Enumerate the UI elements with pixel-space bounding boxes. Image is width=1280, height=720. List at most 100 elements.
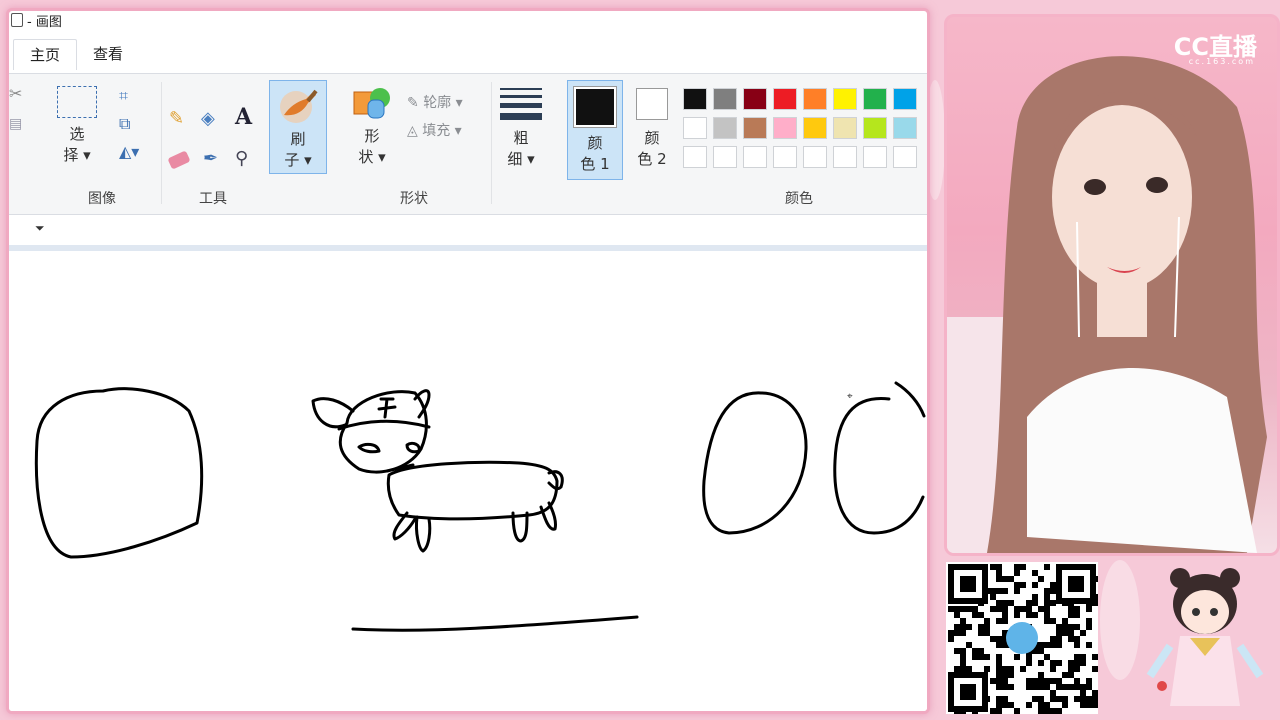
- color-swatch[interactable]: [833, 117, 857, 139]
- shapes-label-2: 状 ▾: [358, 148, 386, 166]
- tab-home[interactable]: 主页: [13, 39, 78, 70]
- mascot-graphic: [1146, 568, 1264, 706]
- customize-quick-access-icon[interactable]: ⏷: [35, 221, 45, 236]
- color-picker-icon[interactable]: ✒: [203, 148, 225, 170]
- color1-swatch: [573, 86, 617, 128]
- paint-window: - 画图 主页 查看 ✂ ▤ 选 择 ▾ ⌗ ⧉ ◭▾ 图像 ✎ ◈ A ✒ ⚲…: [6, 8, 930, 714]
- outline-dropdown[interactable]: ✎ 轮廓 ▾: [407, 92, 463, 112]
- color-swatch[interactable]: [713, 88, 737, 110]
- select-rect-icon: [57, 86, 97, 118]
- shapes-group: 形 状 ▾ ✎ 轮廓 ▾ ◬ 填充 ▾ 形状: [339, 74, 489, 214]
- colors-group-label: 颜色: [785, 191, 813, 207]
- color-swatch[interactable]: [803, 88, 827, 110]
- brush-label-2: 子 ▾: [284, 151, 312, 169]
- color-swatch[interactable]: [683, 146, 707, 168]
- streamer-figure: [947, 56, 1267, 553]
- circle-left: [34, 387, 204, 559]
- color2-button[interactable]: 颜 色 2: [627, 88, 677, 170]
- select-button[interactable]: 选 择 ▾: [53, 86, 101, 166]
- fill-label: 填充: [422, 123, 451, 139]
- dog-drawing: [311, 389, 564, 553]
- tab-view[interactable]: 查看: [77, 39, 139, 69]
- rotate-icon[interactable]: ◭▾: [119, 142, 141, 164]
- paint-app-icon: [11, 13, 23, 27]
- title-bar: - 画图: [9, 11, 927, 33]
- color2-label-2: 色 2: [637, 150, 667, 168]
- color1-label-2: 色 1: [580, 155, 610, 173]
- select-label-2-text: 择: [63, 146, 79, 164]
- color-swatch[interactable]: [803, 146, 827, 168]
- color-swatch[interactable]: [803, 117, 827, 139]
- color-swatch[interactable]: [683, 117, 707, 139]
- color-swatch[interactable]: [743, 88, 767, 110]
- drawing-canvas[interactable]: ⌖: [9, 245, 927, 711]
- window-title: - 画图: [27, 15, 62, 30]
- color-swatch[interactable]: [893, 88, 917, 110]
- color-swatch[interactable]: [863, 146, 887, 168]
- color-swatch[interactable]: [863, 117, 887, 139]
- size-label-1: 粗: [513, 129, 529, 147]
- resize-icon[interactable]: ⧉: [119, 114, 141, 136]
- tools-group: ✎ ◈ A ✒ ⚲ 工具: [161, 74, 265, 214]
- fill-bucket-icon[interactable]: ◈: [201, 108, 223, 130]
- color-swatch[interactable]: [833, 146, 857, 168]
- color-swatch[interactable]: [773, 117, 797, 139]
- shapes-label-1: 形: [364, 127, 380, 145]
- circle-middle: [702, 391, 808, 535]
- size-button[interactable]: 粗 细 ▾: [499, 88, 543, 170]
- color-swatch[interactable]: [683, 88, 707, 110]
- color-swatch[interactable]: [773, 146, 797, 168]
- image-group: 选 择 ▾ ⌗ ⧉ ◭▾ 图像: [43, 74, 161, 214]
- text-icon[interactable]: A: [235, 104, 257, 130]
- shapes-button[interactable]: 形 状 ▾: [347, 86, 397, 168]
- color-swatch[interactable]: [713, 146, 737, 168]
- crop-icon[interactable]: ⌗: [119, 86, 141, 108]
- mascot-image: [1140, 556, 1270, 716]
- circle-right-top: [894, 381, 926, 418]
- brush-label-1: 刷: [290, 130, 306, 148]
- color-swatch[interactable]: [893, 146, 917, 168]
- shapes-label-2-text: 状: [358, 148, 374, 166]
- brush-icon: [280, 89, 318, 123]
- cut-icon[interactable]: ✂: [9, 84, 31, 106]
- fill-dropdown[interactable]: ◬ 填充 ▾: [407, 120, 462, 140]
- shapes-icon: [353, 88, 390, 119]
- color-swatch[interactable]: [773, 88, 797, 110]
- quick-access-bar: ⏷: [9, 215, 927, 245]
- color2-swatch: [636, 88, 668, 120]
- color-swatch[interactable]: [863, 88, 887, 110]
- color-swatch[interactable]: [893, 117, 917, 139]
- brush-button[interactable]: 刷 子 ▾: [269, 80, 327, 174]
- color-swatch[interactable]: [743, 146, 767, 168]
- ribbon-tabs: 主页 查看: [13, 39, 139, 71]
- image-group-label: 图像: [88, 191, 116, 207]
- color1-label-1: 颜: [587, 134, 603, 152]
- canvas-drawing: ⌖: [34, 381, 926, 632]
- color2-label-1: 颜: [644, 129, 660, 147]
- shapes-group-label: 形状: [400, 191, 428, 207]
- cc-live-domain: cc.163.com: [1188, 57, 1255, 66]
- color1-button[interactable]: 颜 色 1: [567, 80, 623, 180]
- outline-label: 轮廓: [423, 95, 452, 111]
- magnifier-icon[interactable]: ⚲: [235, 148, 257, 170]
- color-palette: [683, 88, 927, 178]
- eraser-shape: [167, 150, 191, 170]
- ribbon: ✂ ▤ 选 择 ▾ ⌗ ⧉ ◭▾ 图像 ✎ ◈ A ✒ ⚲ 工具 刷 子 ▾ 形…: [9, 73, 927, 215]
- cursor-mark: ⌖: [847, 391, 853, 402]
- webcam-view: CC直播 cc.163.com: [944, 14, 1280, 556]
- background-petal: [1100, 560, 1140, 680]
- pencil-icon[interactable]: ✎: [169, 108, 191, 130]
- ground-line: [351, 615, 639, 632]
- group-divider: [491, 82, 492, 204]
- size-lines-icon: [500, 88, 542, 120]
- color-swatch[interactable]: [833, 88, 857, 110]
- eraser-icon[interactable]: [167, 150, 191, 172]
- circle-right: [833, 397, 925, 535]
- paste-icon[interactable]: ▤: [9, 116, 31, 138]
- tools-group-label: 工具: [199, 191, 227, 207]
- color-swatch[interactable]: [713, 117, 737, 139]
- color-swatch[interactable]: [743, 117, 767, 139]
- size-label-2: 细 ▾: [507, 150, 535, 168]
- select-label-2: 择 ▾: [63, 146, 91, 164]
- window-title-text: 画图: [35, 15, 62, 30]
